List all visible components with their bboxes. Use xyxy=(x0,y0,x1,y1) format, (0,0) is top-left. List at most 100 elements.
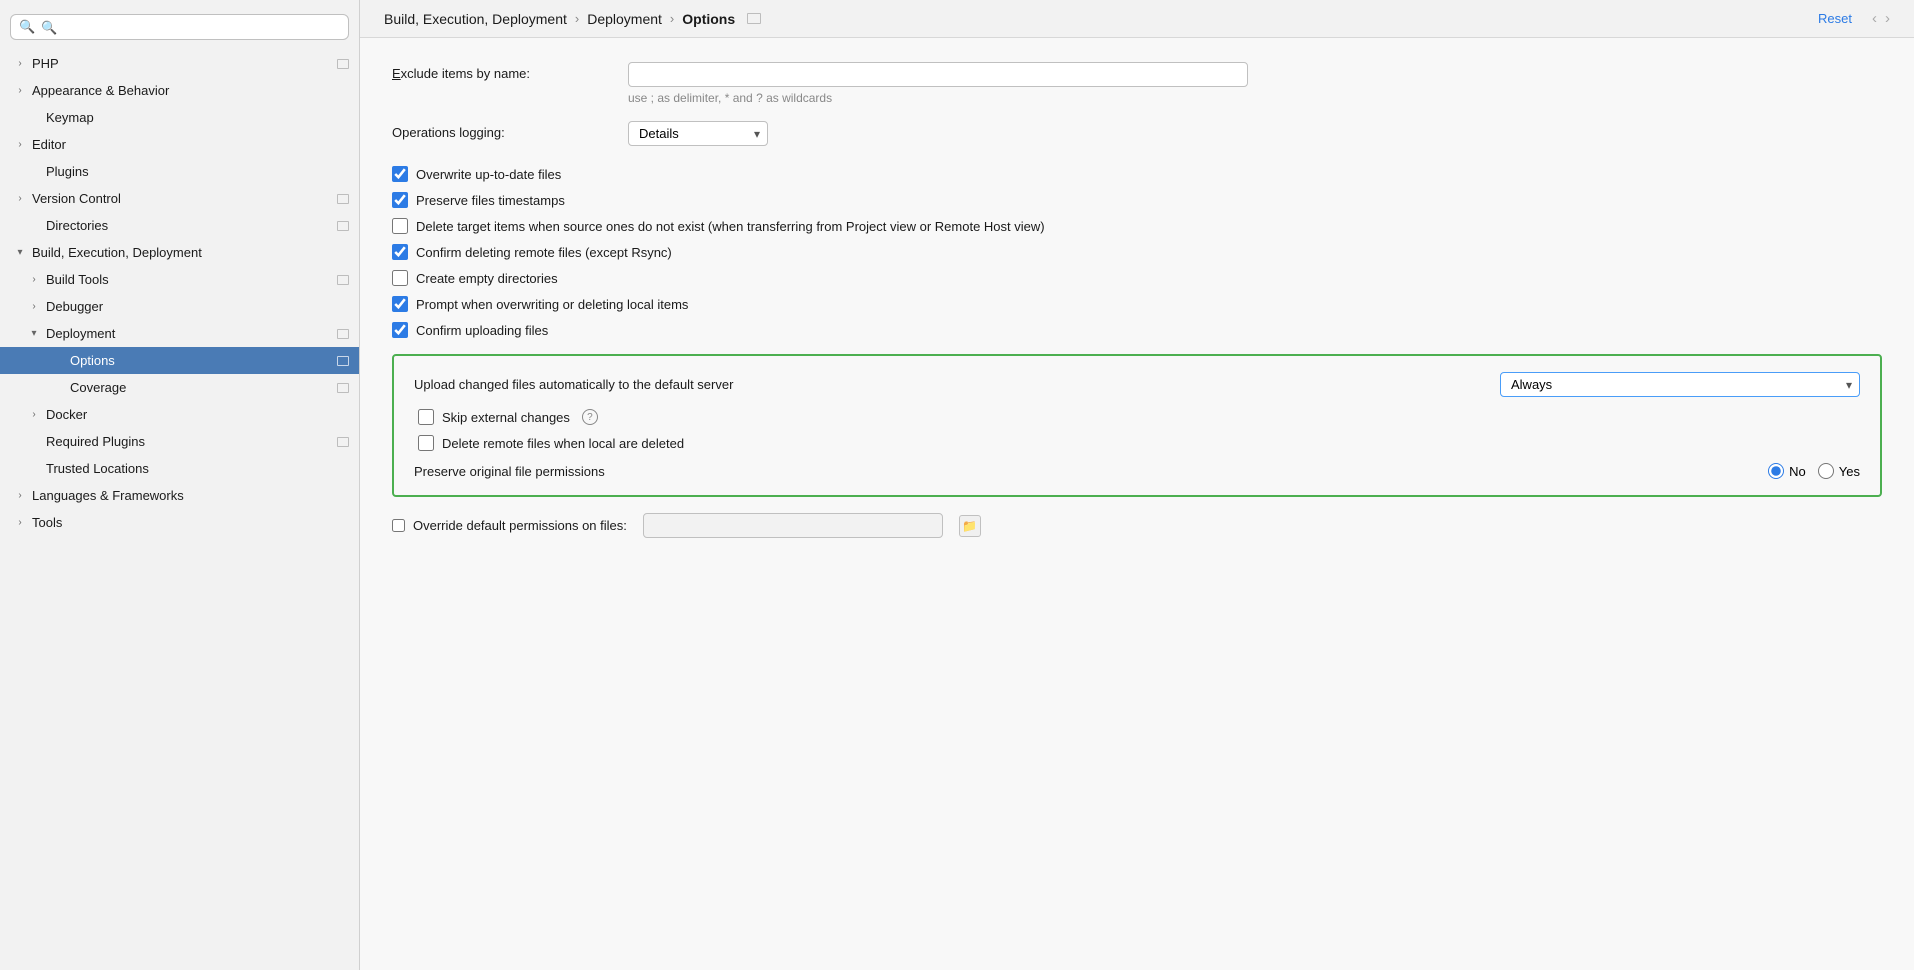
sidebar-item-plugins[interactable]: Plugins xyxy=(0,158,359,185)
operations-logging-row: Operations logging: Details Debug Info W… xyxy=(392,121,1882,146)
sidebar-item-build-execution-deployment[interactable]: ▾ Build, Execution, Deployment xyxy=(0,239,359,266)
sidebar-item-version-control[interactable]: › Version Control xyxy=(0,185,359,212)
upload-select-wrapper: Always Never On explicit save action xyxy=(1500,372,1860,397)
sidebar-item-trusted-locations[interactable]: Trusted Locations xyxy=(0,455,359,482)
preserve-no-label: No xyxy=(1789,464,1806,479)
chevron-icon: › xyxy=(14,58,26,69)
sidebar-item-coverage[interactable]: Coverage xyxy=(0,374,359,401)
sidebar-item-php[interactable]: › PHP xyxy=(0,50,359,77)
override-permissions-input[interactable]: (none) xyxy=(643,513,943,538)
preserve-timestamps-checkbox[interactable] xyxy=(392,192,408,208)
sidebar-item-label: Build, Execution, Deployment xyxy=(32,245,349,260)
highlighted-section: Upload changed files automatically to th… xyxy=(392,354,1882,497)
sidebar-item-label: Keymap xyxy=(46,110,349,125)
sidebar-item-label: Build Tools xyxy=(46,272,331,287)
create-empty-checkbox[interactable] xyxy=(392,270,408,286)
delete-target-checkbox[interactable] xyxy=(392,218,408,234)
sidebar-item-docker[interactable]: › Docker xyxy=(0,401,359,428)
reset-button[interactable]: Reset xyxy=(1818,11,1852,26)
create-empty-label[interactable]: Create empty directories xyxy=(416,271,558,286)
search-icon: 🔍 xyxy=(19,19,35,35)
prompt-overwriting-label[interactable]: Prompt when overwriting or deleting loca… xyxy=(416,297,688,312)
preserve-timestamps-label[interactable]: Preserve files timestamps xyxy=(416,193,565,208)
breadcrumb-sep-2: › xyxy=(670,11,674,26)
sidebar-item-label: Required Plugins xyxy=(46,434,331,449)
preserve-no-option[interactable]: No xyxy=(1768,463,1806,479)
sidebar-item-label: Trusted Locations xyxy=(46,461,349,476)
upload-label: Upload changed files automatically to th… xyxy=(414,377,1484,392)
sidebar-item-build-tools[interactable]: › Build Tools xyxy=(0,266,359,293)
preserve-no-radio[interactable] xyxy=(1768,463,1784,479)
delete-target-label[interactable]: Delete target items when source ones do … xyxy=(416,219,1045,234)
overwrite-label[interactable]: Overwrite up-to-date files xyxy=(416,167,561,182)
help-icon[interactable]: ? xyxy=(582,409,598,425)
sidebar-item-label: Debugger xyxy=(46,299,349,314)
sidebar-item-label: Plugins xyxy=(46,164,349,179)
search-bar[interactable]: 🔍 xyxy=(10,14,349,40)
sidebar-item-options[interactable]: Options xyxy=(0,347,359,374)
sidebar-item-label: Version Control xyxy=(32,191,331,206)
sidebar-item-label: Docker xyxy=(46,407,349,422)
prompt-overwriting-checkbox[interactable] xyxy=(392,296,408,312)
override-permissions-label[interactable]: Override default permissions on files: xyxy=(413,518,627,533)
override-permissions-checkbox[interactable] xyxy=(392,519,405,532)
checkbox-skip-external: Skip external changes ? xyxy=(418,409,1860,425)
chevron-icon: › xyxy=(14,139,26,150)
sidebar-item-deployment[interactable]: ▾ Deployment xyxy=(0,320,359,347)
skip-external-checkbox[interactable] xyxy=(418,409,434,425)
exclude-items-row: Exclude items by name: .svn;.cvs;.idea;.… xyxy=(392,62,1882,105)
delete-remote-label[interactable]: Delete remote files when local are delet… xyxy=(442,436,684,451)
sidebar-item-label: Directories xyxy=(46,218,331,233)
confirm-deleting-checkbox[interactable] xyxy=(392,244,408,260)
checkbox-preserve-timestamps: Preserve files timestamps xyxy=(392,192,1882,208)
preserve-yes-label: Yes xyxy=(1839,464,1860,479)
sidebar-item-languages-frameworks[interactable]: › Languages & Frameworks xyxy=(0,482,359,509)
sidebar-item-tools[interactable]: › Tools xyxy=(0,509,359,536)
sidebar-item-label: Tools xyxy=(32,515,349,530)
sidebar-item-label: Deployment xyxy=(46,326,331,341)
preserve-yes-radio[interactable] xyxy=(1818,463,1834,479)
breadcrumb-deployment: Deployment xyxy=(587,11,662,27)
sidebar-item-keymap[interactable]: Keymap xyxy=(0,104,359,131)
monitor-icon xyxy=(337,437,349,447)
checkbox-delete-remote: Delete remote files when local are delet… xyxy=(418,435,1860,451)
content-area: Exclude items by name: .svn;.cvs;.idea;.… xyxy=(360,38,1914,970)
monitor-icon xyxy=(337,194,349,204)
overwrite-checkbox[interactable] xyxy=(392,166,408,182)
chevron-icon: › xyxy=(14,490,26,501)
upload-select[interactable]: Always Never On explicit save action xyxy=(1500,372,1860,397)
operations-logging-control: Details Debug Info Warning Error xyxy=(628,121,1882,146)
confirm-uploading-checkbox[interactable] xyxy=(392,322,408,338)
sidebar-item-editor[interactable]: › Editor xyxy=(0,131,359,158)
skip-external-label[interactable]: Skip external changes xyxy=(442,410,570,425)
checkbox-overwrite: Overwrite up-to-date files xyxy=(392,166,1882,182)
checkbox-confirm-deleting: Confirm deleting remote files (except Rs… xyxy=(392,244,1882,260)
sidebar-item-debugger[interactable]: › Debugger xyxy=(0,293,359,320)
chevron-icon: › xyxy=(14,517,26,528)
chevron-icon: › xyxy=(14,85,26,96)
override-label-group: Override default permissions on files: xyxy=(392,518,627,533)
monitor-icon xyxy=(337,356,349,366)
sidebar-item-required-plugins[interactable]: Required Plugins xyxy=(0,428,359,455)
monitor-icon xyxy=(337,329,349,339)
breadcrumb-options: Options xyxy=(682,11,735,27)
operations-logging-select[interactable]: Details Debug Info Warning Error xyxy=(628,121,768,146)
confirm-uploading-label[interactable]: Confirm uploading files xyxy=(416,323,548,338)
exclude-items-hint: use ; as delimiter, * and ? as wildcards xyxy=(628,91,1882,105)
delete-remote-checkbox[interactable] xyxy=(418,435,434,451)
confirm-deleting-label[interactable]: Confirm deleting remote files (except Rs… xyxy=(416,245,672,260)
exclude-items-input[interactable]: .svn;.cvs;.idea;.DS_Store;.git;.hg;*.hpr… xyxy=(628,62,1248,87)
nav-forward-button[interactable]: › xyxy=(1885,10,1890,27)
sidebar-item-label: PHP xyxy=(32,56,331,71)
sidebar-item-directories[interactable]: Directories xyxy=(0,212,359,239)
monitor-icon xyxy=(337,383,349,393)
preserve-permissions-row: Preserve original file permissions No Ye… xyxy=(414,463,1860,479)
operations-logging-select-wrapper: Details Debug Info Warning Error xyxy=(628,121,768,146)
exclude-items-control: .svn;.cvs;.idea;.DS_Store;.git;.hg;*.hpr… xyxy=(628,62,1882,105)
search-input[interactable] xyxy=(41,20,340,35)
folder-button[interactable]: 📁 xyxy=(959,515,981,537)
nav-back-button[interactable]: ‹ xyxy=(1872,10,1877,27)
sidebar-item-appearance-behavior[interactable]: › Appearance & Behavior xyxy=(0,77,359,104)
preserve-yes-option[interactable]: Yes xyxy=(1818,463,1860,479)
chevron-icon: › xyxy=(14,193,26,204)
